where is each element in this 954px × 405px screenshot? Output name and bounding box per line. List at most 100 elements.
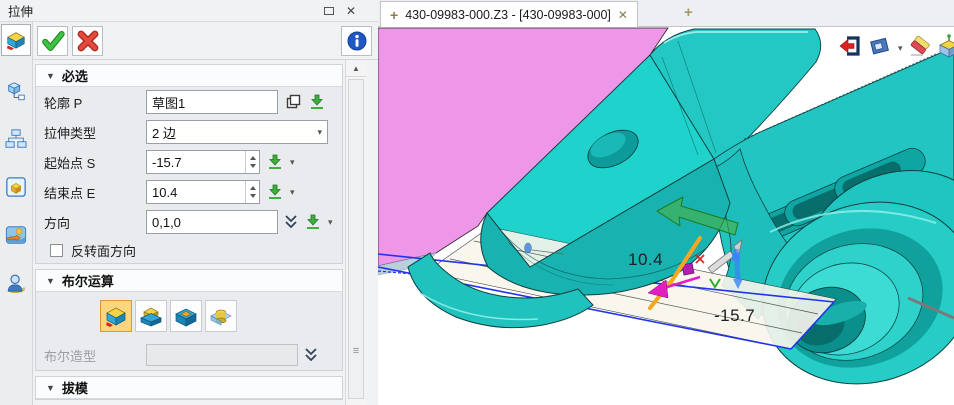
start-point-row: 起始点 S [36, 147, 342, 177]
sidebar-item-datum[interactable] [3, 78, 29, 104]
direction-row: 方向 ▾ [36, 207, 342, 237]
regen-box-button[interactable] [937, 33, 954, 64]
boolean-group: ▼ 布尔运算 [35, 269, 343, 371]
sidebar-item-extrude[interactable] [1, 24, 31, 56]
exit-arrow-icon [838, 34, 862, 58]
spinner-arrows-icon [249, 183, 257, 201]
datum-cube-icon [5, 80, 27, 102]
direction-input[interactable] [146, 210, 278, 234]
sidebar-item-render-image[interactable] [3, 222, 29, 248]
ok-button[interactable] [37, 26, 68, 56]
boolean-base-button[interactable] [100, 300, 132, 332]
pick-direction-button[interactable] [304, 213, 322, 231]
chevron-down-icon[interactable]: ▾ [290, 187, 300, 198]
person-icon [5, 272, 27, 294]
boolean-section-header[interactable]: ▼ 布尔运算 [36, 270, 342, 292]
chevron-down-icon[interactable]: ▾ [290, 157, 300, 168]
extrude-type-select[interactable]: 2 边 ▾ [146, 120, 328, 144]
tab-close-icon[interactable]: ✕ [618, 8, 628, 22]
end-point-stepper[interactable] [245, 181, 259, 203]
view-plane-button[interactable] [868, 34, 892, 63]
reverse-face-checkbox[interactable] [50, 244, 63, 257]
panel-titlebar: 拉伸 ✕ [0, 0, 378, 22]
boolean-base-icon [104, 304, 128, 328]
box-window-icon [5, 176, 27, 198]
scroll-up-button[interactable]: ▲ [346, 60, 366, 77]
green-arrow-down-icon [304, 213, 322, 231]
pick-profile-button[interactable] [308, 93, 326, 111]
start-point-field [146, 150, 260, 174]
scrollbar-grip-icon[interactable]: ≡ [346, 346, 366, 357]
boolean-shape-input [146, 344, 298, 366]
expand-shape-button[interactable] [304, 348, 318, 363]
draft-group: ▼ 拔模 [35, 376, 343, 400]
boolean-shape-label: 布尔造型 [44, 346, 140, 365]
sidebar-item-manager-tree[interactable] [3, 126, 29, 152]
required-group: ▼ 必选 轮廓 P [35, 64, 343, 264]
active-document-tab[interactable]: + 430-09983-000.Z3 - [430-09983-000] ✕ [380, 1, 638, 27]
extrude-type-row: 拉伸类型 2 边 ▾ [36, 117, 342, 147]
viewport-toolbar: ▾ [838, 33, 954, 64]
cancel-x-icon [75, 28, 101, 54]
direction-label: 方向 [44, 213, 140, 232]
pick-start-button[interactable] [266, 153, 284, 171]
start-point-stepper[interactable] [245, 151, 259, 173]
draft-section-header[interactable]: ▼ 拔模 [36, 377, 342, 399]
extrude-type-label: 拉伸类型 [44, 123, 140, 142]
panel-scrollbar[interactable]: ▲ ≡ [345, 60, 366, 405]
sidebar-item-view-box[interactable] [3, 174, 29, 200]
pin-box-icon [937, 33, 954, 59]
cancel-button[interactable] [72, 26, 103, 56]
extrude-dialog-panel: 拉伸 ✕ [0, 0, 378, 405]
3d-viewport-canvas[interactable]: 10.4 -15.7 [378, 27, 954, 405]
tab-pin-icon: + [390, 7, 398, 23]
boolean-remove-icon [174, 304, 198, 328]
chevron-down-icon[interactable]: ▾ [328, 217, 334, 228]
end-distance-label[interactable]: 10.4 [628, 250, 663, 269]
double-chevron-down-icon [304, 348, 318, 363]
boolean-intersect-icon [209, 304, 233, 328]
erase-button[interactable] [909, 35, 931, 62]
new-tab-button[interactable]: + [684, 4, 693, 21]
chevron-down-icon[interactable]: ▾ [898, 43, 903, 54]
image-sun-icon [5, 224, 27, 246]
required-section-header[interactable]: ▼ 必选 [36, 65, 342, 87]
collapse-caret-icon: ▼ [46, 383, 55, 393]
green-arrow-down-icon [266, 183, 284, 201]
ok-check-icon [40, 28, 66, 54]
end-point-input[interactable] [147, 181, 245, 203]
panel-restore-icon[interactable] [324, 7, 334, 15]
spinner-arrows-icon [249, 153, 257, 171]
boolean-ops-row [36, 292, 342, 340]
boolean-remove-button[interactable] [170, 300, 202, 332]
start-distance-label[interactable]: -15.7 [714, 306, 755, 325]
copy-icon [284, 93, 302, 111]
sidebar-item-user[interactable] [3, 270, 29, 296]
document-viewport: + 430-09983-000.Z3 - [430-09983-000] ✕ + [378, 0, 954, 405]
profile-row: 轮廓 P [36, 87, 342, 117]
profile-input[interactable] [146, 90, 278, 114]
copy-profile-button[interactable] [284, 93, 302, 111]
reverse-face-label: 反转面方向 [71, 241, 136, 260]
boolean-intersect-button[interactable] [205, 300, 237, 332]
profile-label: 轮廓 P [44, 93, 140, 112]
pick-end-button[interactable] [266, 183, 284, 201]
triad-blue-box [732, 253, 740, 261]
extrude-icon [5, 29, 27, 51]
command-sidebar [0, 22, 33, 405]
start-point-input[interactable] [147, 151, 245, 173]
zw3d-application: 拉伸 ✕ [0, 0, 954, 405]
dialog-body: ▼ 必选 轮廓 P [33, 60, 345, 405]
chevron-down-icon: ▾ [317, 127, 322, 138]
tree-icon [5, 128, 27, 150]
info-button[interactable] [341, 26, 372, 56]
eraser-icon [909, 35, 931, 57]
triad-red-x-mark [696, 255, 704, 263]
panel-close-icon[interactable]: ✕ [346, 5, 356, 17]
exit-sketch-button[interactable] [838, 34, 862, 63]
expand-direction-button[interactable] [284, 215, 298, 230]
end-point-field [146, 180, 260, 204]
boolean-add-button[interactable] [135, 300, 167, 332]
boolean-add-icon [139, 304, 163, 328]
view-plane-icon [868, 34, 892, 58]
